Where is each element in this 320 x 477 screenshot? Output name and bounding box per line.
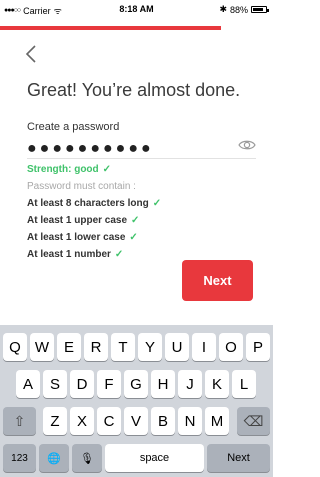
requirement-text: At least 1 lower case — [27, 232, 126, 243]
shift-key[interactable]: ⇧ — [3, 407, 36, 435]
key[interactable]: F — [97, 370, 121, 398]
keyboard-row-2: A S D F G H J K L — [0, 370, 273, 398]
bluetooth-icon: ✱ — [219, 4, 227, 14]
key[interactable]: L — [232, 370, 256, 398]
page-title: Great! You’re almost done. — [27, 80, 241, 100]
keyboard-row-4: 123 🌐 🎙 space Next — [0, 444, 273, 472]
key[interactable]: B — [151, 407, 175, 435]
strength-indicator: Strength: good ✓ — [27, 164, 111, 175]
key[interactable]: R — [84, 333, 108, 361]
key[interactable]: K — [205, 370, 229, 398]
space-key[interactable]: space — [105, 444, 204, 472]
keyboard-row-3: ⇧ Z X C V B N M ⌫ — [0, 407, 273, 435]
requirement-text: At least 1 upper case — [27, 215, 128, 226]
battery-percent: 88% — [229, 4, 248, 15]
numbers-key[interactable]: 123 — [3, 444, 36, 472]
battery-icon — [251, 6, 269, 13]
key[interactable]: G — [124, 370, 148, 398]
microphone-icon[interactable]: 🎙 — [72, 444, 102, 472]
key[interactable]: H — [151, 370, 175, 398]
key[interactable]: N — [178, 407, 202, 435]
progress-fill — [0, 26, 222, 30]
back-button[interactable] — [24, 44, 44, 68]
keyboard: Q W E R T Y U I O P A S D F G H J K L ⇧ … — [0, 325, 273, 477]
key[interactable]: E — [57, 333, 81, 361]
key[interactable]: Z — [43, 407, 67, 435]
key[interactable]: X — [70, 407, 94, 435]
key[interactable]: S — [43, 370, 67, 398]
key[interactable]: C — [97, 407, 121, 435]
requirement-text: At least 1 number — [27, 249, 111, 260]
requirement-item: At least 1 upper case ✓ — [27, 215, 139, 226]
requirements-heading: Password must contain : — [27, 181, 136, 192]
check-icon: ✓ — [114, 249, 124, 260]
requirement-item: At least 8 characters long ✓ — [27, 198, 161, 209]
strength-text: Strength: good — [27, 164, 99, 175]
key[interactable]: V — [124, 407, 148, 435]
requirement-item: At least 1 lower case ✓ — [27, 232, 138, 243]
chevron-left-icon — [25, 45, 36, 63]
check-icon: ✓ — [131, 215, 140, 226]
globe-icon[interactable]: 🌐 — [39, 444, 69, 472]
key[interactable]: M — [205, 407, 229, 435]
next-button[interactable]: Next — [182, 260, 253, 301]
check-icon: ✓ — [152, 198, 162, 209]
password-label: Create a password — [27, 121, 120, 133]
key[interactable]: U — [165, 333, 189, 361]
delete-key[interactable]: ⌫ — [237, 407, 270, 435]
eye-icon[interactable] — [238, 138, 256, 152]
key[interactable]: Q — [3, 333, 27, 361]
key[interactable]: J — [178, 370, 202, 398]
key[interactable]: T — [111, 333, 135, 361]
key[interactable]: I — [192, 333, 216, 361]
status-bar: ●●●○○ Carrier ᯤ 8:18 AM ✱ 88% — [0, 0, 273, 20]
key[interactable]: O — [219, 333, 243, 361]
key[interactable]: W — [30, 333, 54, 361]
status-right: ✱ 88% — [219, 4, 269, 15]
requirement-item: At least 1 number ✓ — [27, 249, 123, 260]
key[interactable]: A — [16, 370, 40, 398]
key[interactable]: P — [246, 333, 270, 361]
password-underline — [27, 158, 256, 159]
check-icon: ✓ — [102, 164, 112, 175]
check-icon: ✓ — [129, 232, 138, 243]
keyboard-row-1: Q W E R T Y U I O P — [0, 333, 273, 361]
return-key[interactable]: Next — [207, 444, 270, 472]
progress-bar — [0, 26, 273, 30]
key[interactable]: Y — [138, 333, 162, 361]
key[interactable]: D — [70, 370, 94, 398]
requirement-text: At least 8 characters long — [27, 198, 149, 209]
password-input[interactable]: ●●●●●●●●●● — [27, 140, 154, 158]
